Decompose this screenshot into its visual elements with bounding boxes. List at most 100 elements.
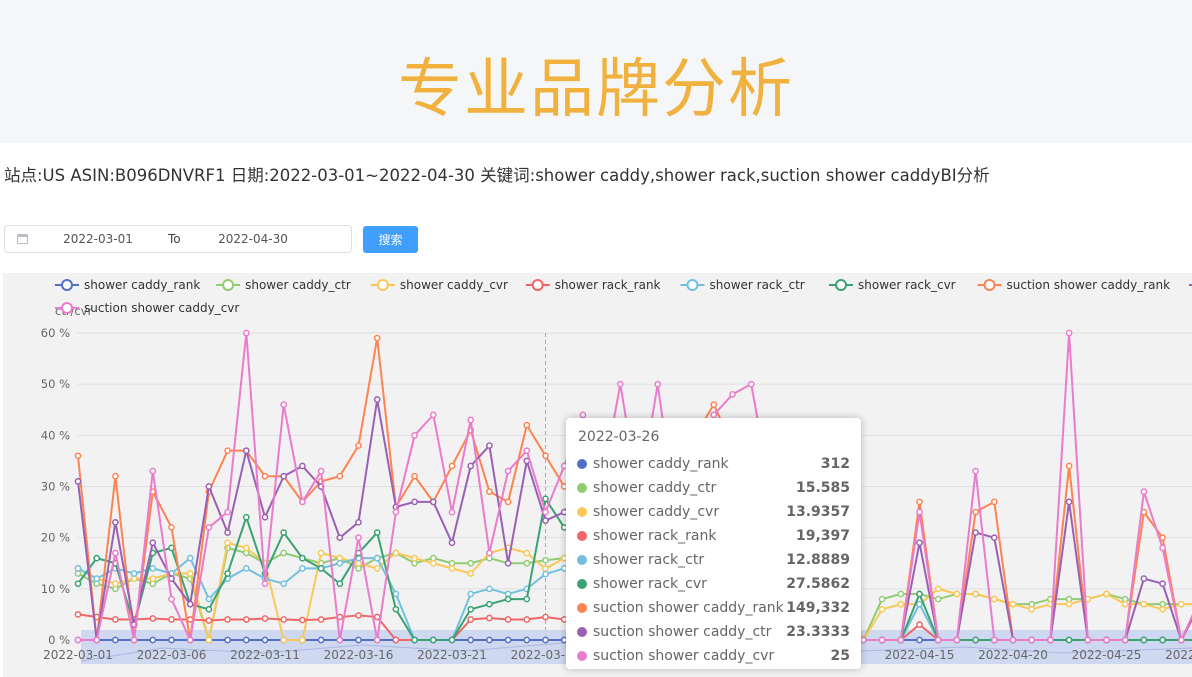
tooltip-series-value: 15.585	[795, 480, 850, 496]
data-point	[878, 605, 886, 613]
data-point	[429, 559, 437, 567]
legend-label: shower rack_ctr	[710, 278, 805, 292]
data-point	[916, 590, 923, 598]
data-point	[168, 616, 175, 623]
data-point	[448, 508, 456, 516]
data-point	[710, 401, 718, 408]
data-point	[467, 570, 475, 577]
date-range-picker[interactable]: 2022-03-01 To 2022-04-30	[4, 225, 352, 253]
data-point	[448, 462, 456, 470]
chart-tooltip: 2022-03-26 shower caddy_rank 312 shower ca…	[566, 418, 861, 669]
data-point	[579, 411, 587, 419]
tooltip-series-value: 312	[820, 456, 850, 472]
data-point	[355, 636, 362, 644]
data-point	[392, 508, 400, 516]
data-point	[336, 472, 344, 480]
legend-swatch-icon	[376, 279, 389, 291]
data-point	[242, 544, 250, 552]
data-point	[205, 483, 213, 490]
data-point	[74, 478, 82, 485]
calendar-icon	[17, 234, 28, 244]
data-point	[112, 518, 119, 526]
data-point	[486, 600, 493, 608]
data-point	[542, 565, 549, 573]
data-point	[224, 636, 231, 644]
tooltip-series-value: 27.5862	[786, 576, 850, 592]
page-title: 专业品牌分析	[398, 53, 794, 127]
data-point	[299, 565, 306, 572]
data-point	[486, 549, 493, 557]
data-point	[186, 636, 194, 644]
data-point	[542, 636, 549, 644]
data-point	[934, 585, 942, 593]
data-point	[1103, 590, 1110, 598]
data-point	[1121, 636, 1129, 644]
data-point	[112, 549, 119, 557]
tooltip-series-name: shower rack_rank	[593, 528, 717, 544]
tooltip-row: suction shower caddy_cvr 25	[577, 644, 850, 668]
y-tick-label: 60 %	[41, 326, 70, 340]
y-tick-label: 0 %	[48, 633, 70, 647]
x-tick-label: 2022-03-21	[417, 648, 487, 662]
data-point	[504, 595, 512, 603]
data-point	[972, 636, 979, 644]
data-point	[299, 636, 306, 644]
data-point	[1140, 575, 1148, 582]
data-point	[934, 595, 942, 603]
data-point	[467, 636, 475, 644]
tooltip-series-value: 23.3333	[786, 624, 850, 640]
data-point	[972, 529, 979, 536]
data-point	[411, 636, 418, 644]
data-point	[149, 467, 157, 475]
tooltip-row: suction shower caddy_ctr 23.3333	[577, 620, 850, 644]
data-point	[504, 636, 512, 644]
data-point	[373, 554, 381, 562]
data-point	[542, 613, 549, 621]
data-point	[373, 613, 381, 621]
data-point	[523, 549, 531, 557]
data-point	[205, 524, 213, 531]
data-point	[336, 580, 344, 588]
legend-swatch-icon	[61, 279, 73, 291]
series-color-dot	[577, 627, 587, 637]
data-point	[261, 472, 269, 480]
data-point	[242, 513, 250, 521]
data-point	[149, 636, 157, 644]
start-date-input[interactable]: 2022-03-01	[53, 232, 143, 246]
data-point	[972, 590, 979, 598]
tooltip-series-name: shower caddy_ctr	[593, 480, 717, 496]
x-tick-label: 2022-04-15	[885, 648, 955, 662]
data-point	[74, 452, 82, 460]
data-point	[486, 636, 493, 644]
data-point	[242, 616, 250, 623]
data-point	[897, 636, 905, 644]
tooltip-series-name: shower caddy_cvr	[593, 504, 720, 520]
end-date-input[interactable]: 2022-04-30	[208, 232, 298, 246]
data-point	[523, 559, 531, 567]
data-point	[168, 636, 175, 644]
data-point	[448, 565, 456, 572]
tooltip-series-value: 19,397	[795, 528, 850, 544]
tooltip-row: shower rack_rank 19,397	[577, 524, 850, 548]
data-point	[504, 559, 512, 567]
legend-label: shower caddy_ctr	[245, 278, 351, 292]
data-point	[523, 421, 531, 429]
data-point	[523, 447, 531, 455]
data-point	[486, 442, 493, 449]
data-point	[467, 559, 475, 567]
data-point	[74, 636, 82, 644]
data-point	[261, 615, 269, 622]
data-point	[280, 636, 288, 644]
data-point	[130, 636, 138, 644]
data-point	[1140, 600, 1148, 608]
data-point	[392, 636, 400, 644]
data-point	[168, 524, 175, 531]
search-button[interactable]: 搜索	[363, 226, 418, 253]
series-color-dot	[577, 459, 587, 469]
data-point	[355, 534, 362, 542]
data-point	[149, 539, 157, 547]
data-point	[224, 539, 231, 547]
data-point	[1028, 636, 1036, 644]
data-point	[168, 544, 175, 552]
data-point	[317, 616, 325, 623]
